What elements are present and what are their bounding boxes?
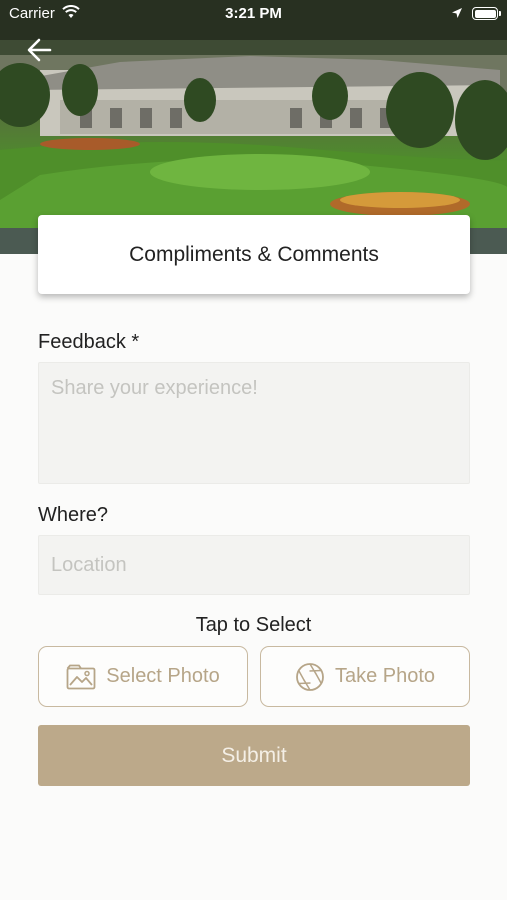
select-photo-label: Select Photo — [106, 665, 220, 687]
page-title-card: Compliments & Comments — [38, 215, 470, 294]
clock-time: 3:21 PM — [225, 5, 282, 22]
submit-label: Submit — [221, 743, 287, 767]
image-gallery-icon — [66, 664, 96, 689]
tap-to-select-label: Tap to Select — [195, 614, 312, 636]
camera-aperture-icon — [296, 662, 324, 691]
select-photo-button[interactable]: Select Photo — [38, 646, 248, 707]
back-button[interactable] — [24, 34, 56, 66]
battery-icon — [472, 7, 501, 20]
location-arrow-icon — [451, 6, 463, 23]
take-photo-label: Take Photo — [334, 665, 436, 687]
feedback-label: Feedback * — [38, 331, 140, 353]
feedback-placeholder: Share your experience! — [51, 377, 258, 399]
take-photo-button[interactable]: Take Photo — [260, 646, 470, 707]
location-placeholder: Location — [51, 553, 127, 576]
where-label: Where? — [38, 504, 109, 526]
location-input[interactable]: Location — [38, 535, 470, 595]
submit-button[interactable]: Submit — [38, 725, 470, 786]
page-title: Compliments & Comments — [129, 242, 379, 266]
arrow-left-icon — [27, 38, 52, 62]
status-bar: Carrier 3:21 PM — [0, 0, 507, 28]
feedback-textarea[interactable]: Share your experience! — [38, 362, 470, 484]
